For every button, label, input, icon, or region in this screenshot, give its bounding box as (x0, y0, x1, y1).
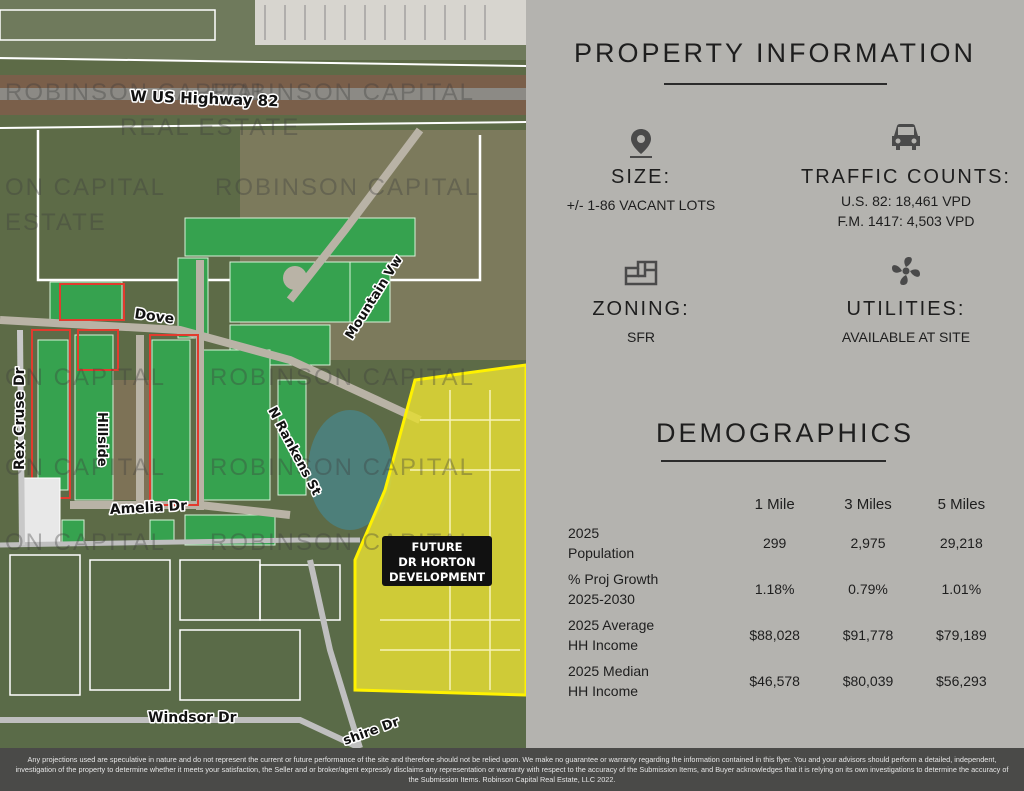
table-cell: 299 (762, 535, 787, 551)
row-label: 2025 Population (568, 525, 635, 561)
property-information-title: PROPERTY INFORMATION (573, 38, 977, 68)
table-cell: $91,778 (842, 627, 894, 643)
row-label: % Proj Growth 2025-2030 (568, 571, 659, 607)
table-cell: 1.01% (941, 581, 982, 597)
utilities-feature: UTILITIES: AVAILABLE AT SITE (788, 254, 1024, 347)
table-cell: 2,975 (850, 535, 886, 551)
title-divider (664, 83, 887, 85)
table-cell: 1.18% (754, 581, 795, 597)
disclaimer-footer: Any projections used are speculative in … (0, 748, 1024, 791)
table-cell: $88,028 (749, 627, 800, 643)
utilities-label: UTILITIES: (846, 298, 966, 320)
traffic-fm1417: F.M. 1417: 4,503 VPD (837, 213, 975, 229)
watermark-text: ON CAPITAL (5, 529, 166, 556)
traffic-feature: TRAFFIC COUNTS: U.S. 82: 18,461 VPD F.M.… (788, 120, 1024, 231)
row-label: 2025 Average HH Income (568, 617, 655, 653)
map-pin-icon (526, 126, 756, 160)
traffic-label: TRAFFIC COUNTS: (801, 166, 1011, 188)
column-5-miles: 5 Miles (937, 495, 986, 513)
table-cell: $79,189 (936, 627, 987, 643)
column-1-mile: 1 Mile (754, 495, 795, 513)
traffic-us82: U.S. 82: 18,461 VPD (841, 193, 971, 209)
watermark-text: REAL ESTATE (120, 114, 300, 141)
table-cell: $56,293 (936, 673, 987, 689)
size-feature: SIZE: +/- 1-86 VACANT LOTS (526, 126, 756, 215)
car-icon (788, 120, 1024, 154)
table-cell: 0.79% (848, 581, 888, 597)
watermark-text: ON CAPITAL (5, 364, 166, 391)
size-value: +/- 1-86 VACANT LOTS (566, 197, 716, 213)
demographics-divider (661, 460, 886, 462)
site-map: ROBINSON CAPITAL ROBINSON CAPITAL REAL E… (0, 0, 526, 748)
watermark-text: ROBINSON CAPITAL (210, 364, 475, 391)
road-label-windsor: Windsor Dr (148, 710, 237, 726)
size-label: SIZE: (610, 166, 671, 188)
zoning-label: ZONING: (592, 298, 690, 320)
demographics-title: DEMOGRAPHICS (655, 418, 915, 448)
table-row: 2025 Population 299 2,975 29,218 (568, 520, 1008, 566)
callout-line: FUTURE (411, 540, 462, 554)
table-header-row: 1 Mile 3 Miles 5 Miles (568, 488, 1008, 520)
column-3-miles: 3 Miles (844, 495, 892, 513)
table-cell: 29,218 (939, 535, 983, 551)
table-cell: $80,039 (842, 673, 894, 689)
watermark-text: ROBINSON CAPITAL (215, 174, 480, 201)
utilities-value: AVAILABLE AT SITE (841, 329, 971, 345)
watermark-text: ON CAPITAL (5, 454, 166, 481)
traffic-values: U.S. 82: 18,461 VPD F.M. 1417: 4,503 VPD (788, 191, 1024, 231)
table-row: 2025 Average HH Income $88,028 $91,778 $7… (568, 612, 1008, 658)
fan-icon (788, 254, 1024, 288)
site-map-svg: ROBINSON CAPITAL ROBINSON CAPITAL REAL E… (0, 0, 526, 748)
demographics-table: 1 Mile 3 Miles 5 Miles 2025 Population 29… (568, 488, 1008, 704)
callout-line: DR HORTON (398, 555, 475, 569)
disclaimer-text: Any projections used are speculative in … (15, 755, 1009, 784)
road-label-hillside: Hillside (94, 412, 109, 467)
watermark-text: ON CAPITAL (5, 174, 166, 201)
zoning-feature: ZONING: SFR (526, 254, 756, 347)
zoning-value: SFR (627, 329, 655, 345)
callout-line: DEVELOPMENT (389, 570, 485, 584)
table-cell: $46,578 (749, 673, 800, 689)
table-row: % Proj Growth 2025-2030 1.18% 0.79% 1.01% (568, 566, 1008, 612)
road-label-rex-cruse: Rex Cruse Dr (12, 367, 28, 470)
table-row: 2025 Median HH Income $46,578 $80,039 $56… (568, 658, 1008, 704)
zoning-icon (526, 254, 756, 288)
watermark-text: ESTATE (5, 209, 107, 236)
row-label: 2025 Median HH Income (568, 663, 649, 699)
info-panel: PROPERTY INFORMATION SIZE: +/- 1-86 VACA… (526, 0, 1024, 748)
watermark-text: ROBINSON CAPITAL (210, 454, 475, 481)
